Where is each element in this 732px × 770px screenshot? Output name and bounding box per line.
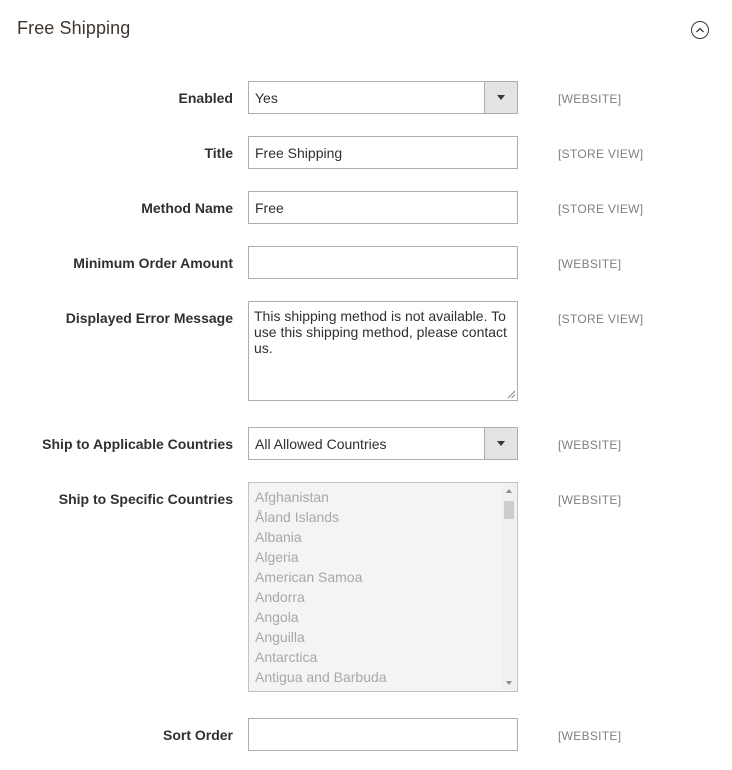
enabled-label: Enabled: [178, 90, 233, 106]
applicable-countries-scope: [WEBSITE]: [558, 438, 622, 452]
method-name-label: Method Name: [141, 200, 233, 216]
specific-countries-label: Ship to Specific Countries: [58, 491, 233, 507]
country-option[interactable]: Åland Islands: [255, 509, 339, 525]
specific-countries-multiselect[interactable]: Afghanistan Åland Islands Albania Algeri…: [248, 482, 518, 692]
country-option[interactable]: Algeria: [255, 549, 299, 565]
enabled-select-value: Yes: [255, 90, 278, 106]
method-name-input[interactable]: [248, 191, 518, 224]
scroll-up-icon[interactable]: [506, 489, 512, 493]
title-label: Title: [204, 145, 233, 161]
country-option[interactable]: Anguilla: [255, 629, 305, 645]
section-title[interactable]: Free Shipping: [17, 18, 130, 39]
scrollbar-thumb[interactable]: [504, 501, 514, 519]
country-option[interactable]: Antarctica: [255, 649, 317, 665]
scroll-down-icon[interactable]: [506, 681, 512, 685]
sort-order-input[interactable]: [248, 718, 518, 751]
error-message-scope: [STORE VIEW]: [558, 312, 644, 326]
country-option[interactable]: Antigua and Barbuda: [255, 669, 387, 685]
min-order-amount-input[interactable]: [248, 246, 518, 279]
country-option[interactable]: Albania: [255, 529, 302, 545]
title-input[interactable]: [248, 136, 518, 169]
specific-countries-scope: [WEBSITE]: [558, 493, 622, 507]
applicable-countries-label: Ship to Applicable Countries: [42, 436, 233, 452]
applicable-countries-select[interactable]: All Allowed Countries: [248, 427, 518, 460]
multiselect-scrollbar[interactable]: [502, 484, 516, 690]
country-option[interactable]: American Samoa: [255, 569, 362, 585]
enabled-scope: [WEBSITE]: [558, 92, 622, 106]
collapse-icon[interactable]: [691, 21, 709, 39]
title-scope: [STORE VIEW]: [558, 147, 644, 161]
error-message-textarea[interactable]: This shipping method is not available. T…: [248, 301, 518, 401]
dropdown-arrow-icon[interactable]: [484, 82, 517, 113]
min-order-amount-scope: [WEBSITE]: [558, 257, 622, 271]
error-message-label: Displayed Error Message: [65, 310, 233, 326]
country-option[interactable]: Angola: [255, 609, 299, 625]
sort-order-label: Sort Order: [162, 727, 233, 743]
method-name-scope: [STORE VIEW]: [558, 202, 644, 216]
country-option[interactable]: Andorra: [255, 589, 305, 605]
section-header[interactable]: Free Shipping: [0, 0, 732, 58]
applicable-countries-select-value: All Allowed Countries: [255, 436, 387, 452]
resize-grip-icon[interactable]: [507, 390, 516, 399]
enabled-select[interactable]: Yes: [248, 81, 518, 114]
sort-order-scope: [WEBSITE]: [558, 729, 622, 743]
dropdown-arrow-icon[interactable]: [484, 428, 517, 459]
country-option[interactable]: Afghanistan: [255, 489, 329, 505]
min-order-amount-label: Minimum Order Amount: [73, 255, 233, 271]
